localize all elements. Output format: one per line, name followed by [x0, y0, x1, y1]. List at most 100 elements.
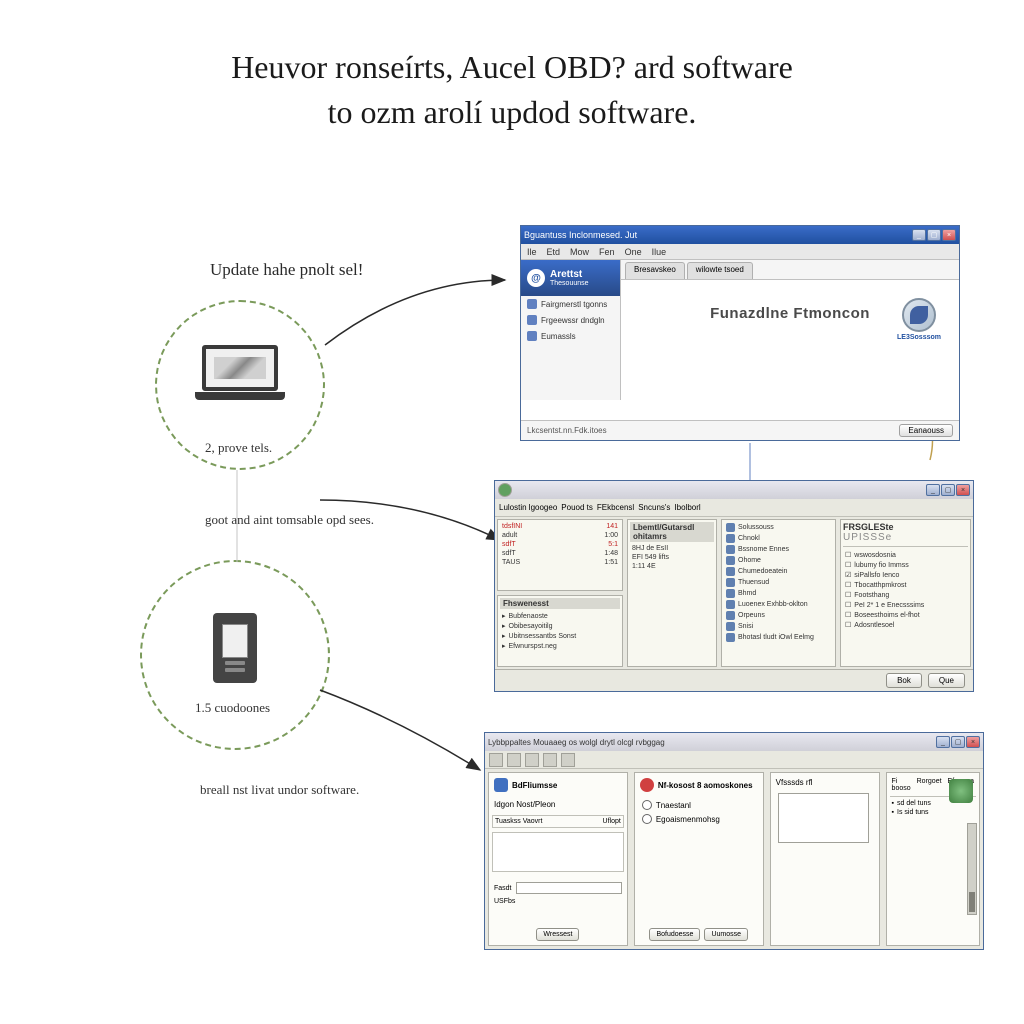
list-item[interactable]: ▸Ubitnsessantbs Sonst	[500, 631, 620, 641]
folder-icon	[726, 578, 735, 587]
action-button[interactable]: Bofudoesse	[649, 928, 700, 941]
cancel-button[interactable]: Que	[928, 673, 965, 688]
maximize-button[interactable]: ▢	[951, 736, 965, 748]
menu-item[interactable]: Fen	[599, 247, 615, 257]
list-item[interactable]: Ohome	[724, 555, 833, 566]
scrollbar[interactable]	[967, 823, 977, 915]
minimize-button[interactable]: _	[936, 736, 950, 748]
list-item[interactable]: ☐Boseesthoims el-fhot	[843, 610, 968, 620]
close-button[interactable]: ×	[966, 736, 980, 748]
toolbar-tab[interactable]: Pouod ts	[561, 503, 593, 512]
panel-title: BdFliumsse	[512, 781, 557, 790]
tab[interactable]: Bresavskeo	[625, 262, 685, 279]
close-button[interactable]: ×	[956, 484, 970, 496]
maximize-button[interactable]: ▢	[927, 229, 941, 241]
list-item[interactable]: ▸Bubfenaoste	[500, 611, 620, 621]
toolbar-tab[interactable]: Lulostin lgoogeo	[499, 503, 557, 512]
menu-item[interactable]: Ile	[527, 247, 537, 257]
window-1-titlebar[interactable]: Bguantuss Inclonmesed. Jut _ ▢ ×	[521, 226, 959, 244]
device-icon	[213, 613, 257, 683]
list-item[interactable]: Bssnome Ennes	[724, 544, 833, 555]
list-panel: Fhswenesst ▸Bubfenaoste ▸Obibesayoitilg …	[497, 595, 623, 667]
window-1-sidebar: @ Arettst Thesouunse Fairgmerstl tgonns …	[521, 260, 621, 400]
window-2-titlebar[interactable]: _ ▢ ×	[495, 481, 973, 499]
list-item[interactable]: Thuensud	[724, 577, 833, 588]
tab[interactable]: Rorgoet	[917, 778, 942, 792]
list-item[interactable]: Bhotasl tludt iOwl Eelmg	[724, 632, 833, 643]
list-item[interactable]: Snisi	[724, 621, 833, 632]
step-2-subtext: breall nst livat undor software.	[200, 780, 400, 800]
toolbar-tab[interactable]: FEkbcensl	[597, 503, 634, 512]
menu-item[interactable]: Ilue	[652, 247, 667, 257]
update-heading: Update hahe pnolt sel!	[210, 260, 363, 280]
list-item[interactable]: Chnokl	[724, 533, 833, 544]
window-1-statusbar: Lkcsentst.nn.Fdk.itoes Eanaouss	[521, 420, 959, 440]
toolbar-icon[interactable]	[525, 753, 539, 767]
status-button[interactable]: Eanaouss	[899, 424, 953, 437]
list-item[interactable]: ☐Adosntlesoel	[843, 620, 968, 630]
menu-item[interactable]: Mow	[570, 247, 589, 257]
list-item[interactable]: ☐Footsthang	[843, 590, 968, 600]
radio-option[interactable]: Egoaismenmohsg	[638, 812, 760, 826]
window-3-titlebar[interactable]: Lybbppaltes Mouaaeg os wolgl drytl olcgl…	[485, 733, 983, 751]
window-2-toolbar: Lulostin lgoogeo Pouod ts FEkbcensl Sncu…	[495, 499, 973, 517]
right-panel: FRSGLESte UPISSSe ☐wswosdosnia ☐lubumy f…	[840, 519, 971, 667]
list-item[interactable]: ☐PeI 2* 1 e Enecsssims	[843, 600, 968, 610]
list-item[interactable]: ☑siPallsfo Ienco	[843, 570, 968, 580]
ok-button[interactable]: Bok	[886, 673, 922, 688]
scrollbar-thumb[interactable]	[969, 892, 975, 912]
sidebar-item[interactable]: Eumassls	[521, 328, 620, 344]
product-logo: LE3Sosssom	[889, 298, 949, 342]
minimize-button[interactable]: _	[912, 229, 926, 241]
radio-option[interactable]: Tnaestanl	[638, 798, 760, 812]
list-item[interactable]: Orpeuns	[724, 610, 833, 621]
table-row: 8HJ de EsII	[630, 544, 714, 553]
menu-item[interactable]: One	[625, 247, 642, 257]
tab-strip: Bresavskeo wilowte tsoed	[621, 260, 959, 280]
list-item[interactable]: Luoenex Exhbb-oklton	[724, 599, 833, 610]
list-item[interactable]: Bhmd	[724, 588, 833, 599]
category-panel: Solussouss Chnokl Bssnome Ennes Ohome Ch…	[721, 519, 836, 667]
tree-item[interactable]: ▪Is sid tuns	[890, 808, 976, 817]
step-1-caption: 2, prove tels.	[205, 440, 272, 456]
action-button[interactable]: Uumosse	[704, 928, 748, 941]
status-icon	[949, 779, 973, 803]
list-item[interactable]: ☐lubumy fio Immss	[843, 560, 968, 570]
folder-icon	[726, 567, 735, 576]
list-item[interactable]: Solussouss	[724, 522, 833, 533]
list-item[interactable]: ☐Tbocatthpmkrost	[843, 580, 968, 590]
table-row: adult1:00	[500, 531, 620, 540]
toolbar-icon[interactable]	[543, 753, 557, 767]
sidebar-item[interactable]: Fairgmerstl tgonns	[521, 296, 620, 312]
tab[interactable]: Fi booso	[892, 778, 911, 792]
text-input[interactable]	[516, 882, 622, 894]
panel-title: Nf-kosost 8 aomoskones	[658, 781, 753, 790]
tab[interactable]: wilowte tsoed	[687, 262, 753, 279]
list-item[interactable]: ▸Obibesayoitilg	[500, 621, 620, 631]
toolbar-icon[interactable]	[561, 753, 575, 767]
maximize-button[interactable]: ▢	[941, 484, 955, 496]
sidebar-item-icon	[527, 331, 537, 341]
list-item[interactable]: Chumedoeatein	[724, 566, 833, 577]
folder-icon	[726, 523, 735, 532]
minimize-button[interactable]: _	[926, 484, 940, 496]
window-3-toolbar	[485, 751, 983, 769]
brand-header: @ Arettst Thesouunse	[521, 260, 620, 296]
toolbar-icon[interactable]	[489, 753, 503, 767]
textarea[interactable]	[778, 793, 870, 843]
panel-icon	[494, 778, 508, 792]
list-item[interactable]: ▸Efwnurspst.neg	[500, 641, 620, 651]
menu-item[interactable]: Etd	[547, 247, 561, 257]
sidebar-item[interactable]: Frgeewssr dndgln	[521, 312, 620, 328]
window-1-body: @ Arettst Thesouunse Fairgmerstl tgonns …	[521, 260, 959, 420]
field-group: Fasdt USFbs	[492, 880, 624, 907]
toolbar-tab[interactable]: Ibolborl	[674, 503, 700, 512]
action-button[interactable]: Wressest	[536, 928, 579, 941]
toolbar-icon[interactable]	[507, 753, 521, 767]
radio-icon	[642, 800, 652, 810]
list-item[interactable]: ☐wswosdosnia	[843, 550, 968, 560]
close-button[interactable]: ×	[942, 229, 956, 241]
sidebar-item-label: Fairgmerstl tgonns	[541, 300, 607, 309]
toolbar-tab[interactable]: Sncuns's	[638, 503, 670, 512]
folder-icon	[726, 633, 735, 642]
